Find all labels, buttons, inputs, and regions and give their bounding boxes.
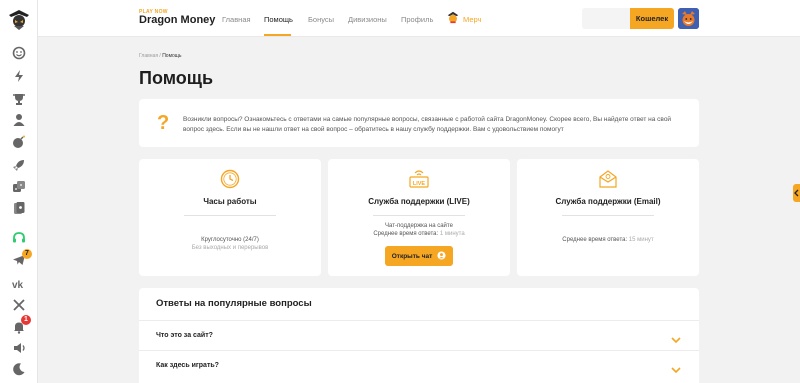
svg-text:vk: vk [12,280,24,291]
info-card: ? Возникли вопросы? Ознакомьтесь с ответ… [139,99,699,147]
rocket-icon[interactable] [11,157,27,173]
email-line-1: Среднее время ответа: 15 минут [517,237,699,243]
lightning-icon[interactable] [11,68,27,84]
top-header: PLAY NOW Dragon Money Главная Помощь Бон… [38,0,800,37]
page-title: Помощь [139,68,214,88]
nav-divisions[interactable]: Дивизионы [348,15,387,24]
chevron-down-icon[interactable] [671,361,681,374]
open-chat-button[interactable]: Открыть чат [385,246,453,266]
balance-field[interactable] [582,8,630,29]
breadcrumb: Главная / Помощь [139,53,182,59]
breadcrumb-current: Помощь [162,53,182,59]
faq-section: Ответы на популярные вопросы Что это за … [139,288,699,383]
left-sidebar: 7 vk 1 [0,0,38,383]
svg-text:LIVE: LIVE [413,181,426,187]
hours-line-1: Круглосуточно (24/7) [201,237,259,243]
cards-icon[interactable] [11,200,27,216]
email-response-label: Среднее время ответа: [562,237,628,243]
volume-icon[interactable] [11,340,27,356]
x-twitter-icon[interactable] [11,297,27,313]
merch-icon [446,10,460,29]
card-email-support: Служба поддержки (Email) Среднее время о… [517,159,699,276]
open-chat-label: Открыть чат [391,252,433,260]
envelope-icon [598,169,618,189]
bomb-icon[interactable] [11,134,27,150]
faq-item[interactable]: Что это за сайт? [139,320,699,350]
wallet-button[interactable]: Кошелек [630,8,674,29]
telegram-badge: 7 [22,249,32,259]
question-mark-icon: ? [157,112,170,134]
support-headset-icon[interactable] [11,230,27,246]
nav-profile[interactable]: Профиль [401,15,433,24]
moon-icon[interactable] [11,361,27,377]
card-live-support: LIVE Служба поддержки (LIVE) Чат-поддерж… [328,159,510,276]
user-circle-icon [437,250,446,262]
dragon-logo-icon[interactable] [6,6,32,32]
card-title: Часы работы [203,197,257,206]
trophy-icon[interactable] [11,91,27,107]
live-response-value: 1 минута [439,231,465,237]
nav-active-indicator [264,34,291,36]
nav-help[interactable]: Помощь [264,15,293,24]
merch-label: Мерч [463,15,482,24]
faq-title: Ответы на популярные вопросы [156,298,312,309]
avatar[interactable] [678,8,699,29]
user-icon[interactable] [11,112,27,128]
brand-name[interactable]: Dragon Money [139,14,215,26]
chevron-down-icon[interactable] [671,331,681,344]
merch-link[interactable]: Мерч [446,10,481,29]
dice-icon[interactable] [11,179,27,195]
side-panel-toggle[interactable] [793,184,800,202]
live-line-2: Среднее время ответа: 1 минута [328,231,510,237]
info-text: Возникли вопросы? Ознакомьтесь с ответам… [183,116,672,133]
smile-icon[interactable] [11,45,27,61]
faq-item[interactable]: Как здесь играть? [139,350,699,380]
hours-line-2: Без выходных и перерывов [191,245,269,251]
vk-icon[interactable]: vk [11,276,27,292]
breadcrumb-home[interactable]: Главная [139,53,158,59]
card-title: Служба поддержки (LIVE) [368,197,470,206]
email-response-value: 15 минут [628,237,654,243]
live-monitor-icon: LIVE [409,169,429,189]
live-response-label: Среднее время ответа: [373,231,439,237]
nav-bonuses[interactable]: Бонусы [308,15,334,24]
notification-badge: 1 [21,315,31,325]
faq-question: Что это за сайт? [156,332,213,339]
breadcrumb-separator: / [159,53,161,59]
nav-home[interactable]: Главная [222,15,251,24]
live-line-1: Чат-поддержка на сайте [385,223,453,229]
card-divider [373,215,465,216]
faq-question: Как здесь играть? [156,362,219,369]
card-divider [184,215,276,216]
card-working-hours: Часы работы Круглосуточно (24/7) Без вых… [139,159,321,276]
clock-icon [220,169,240,189]
chevron-left-icon [794,189,799,197]
card-title: Служба поддержки (Email) [555,197,661,206]
card-divider [562,215,654,216]
